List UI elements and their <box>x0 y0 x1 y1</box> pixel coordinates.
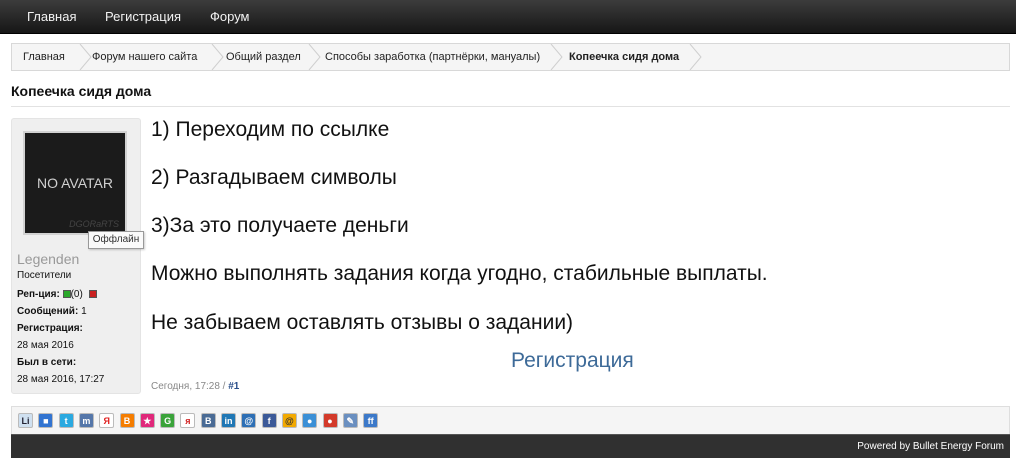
username[interactable]: Legenden <box>17 251 79 267</box>
user-posts: Сообщений: 1 <box>17 306 87 317</box>
post-time: Сегодня, 17:28 / <box>151 381 226 392</box>
registration-label: Регистрация: <box>17 323 83 334</box>
post-permalink[interactable]: #1 <box>228 381 239 392</box>
breadcrumb: Главная Форум нашего сайта Общий раздел … <box>11 43 1010 71</box>
reputation-plus-icon[interactable] <box>62 290 71 298</box>
nav-forum-link[interactable]: Форум <box>210 9 250 24</box>
breadcrumb-item-forum[interactable]: Форум нашего сайта <box>92 44 197 70</box>
last-seen-label: Был в сети: <box>17 357 77 368</box>
post-line: 1) Переходим по ссылке <box>151 118 390 141</box>
vkontakte-icon[interactable]: В <box>200 413 216 428</box>
odnoklassniki-icon[interactable]: @ <box>281 413 297 428</box>
breadcrumb-separator-icon <box>689 44 702 70</box>
posts-label: Сообщений: <box>17 306 79 317</box>
avatar-placeholder-text: NO AVATAR <box>37 175 113 191</box>
mailru-icon[interactable]: @ <box>241 413 257 428</box>
myspace-icon[interactable]: m <box>78 413 94 428</box>
last-seen-date: 28 мая 2016, 17:27 <box>17 374 105 385</box>
linkedin-icon[interactable]: in <box>221 413 236 428</box>
post-meta: Сегодня, 17:28 / #1 <box>151 381 239 392</box>
powered-by-text: Powered by Bullet Energy Forum <box>857 441 1004 452</box>
reputation-minus-icon[interactable] <box>88 290 97 298</box>
yandex-icon[interactable]: Я <box>99 413 115 428</box>
twitter-icon[interactable]: t <box>58 413 74 428</box>
registration-link[interactable]: Регистрация <box>511 349 634 373</box>
footer: Powered by Bullet Energy Forum <box>11 434 1010 458</box>
posts-value: 1 <box>81 306 87 317</box>
post-line: Можно выполнять задания когда угодно, ст… <box>151 262 768 285</box>
avatar[interactable]: NO AVATAR DGORaRTS <box>23 131 127 235</box>
facebook-icon[interactable]: f <box>261 413 277 428</box>
breadcrumb-separator-icon <box>550 44 563 70</box>
breadcrumb-item-section[interactable]: Способы заработка (партнёрки, мануалы) <box>325 44 540 70</box>
delicious-icon[interactable]: ■ <box>38 413 54 428</box>
friendfeed-icon[interactable]: ff <box>363 413 379 428</box>
reputation-value: (0) <box>70 289 83 300</box>
liveinternet-icon[interactable]: Li <box>18 413 33 428</box>
blogger-icon[interactable]: B <box>119 413 135 428</box>
user-group: Посетители <box>17 270 72 281</box>
reputation-label: Реп-ция: <box>17 289 60 300</box>
share-bar: Li ■ t m Я B ★ Gя Вin @ f @ ● ● ✎ ff <box>11 406 1010 434</box>
avatar-watermark: DGORaRTS <box>69 219 119 229</box>
status-tooltip: Оффлайн <box>88 231 144 249</box>
divider <box>11 106 1010 107</box>
thread-title: Копеечка сидя дома <box>11 83 152 99</box>
user-info-panel: NO AVATAR DGORaRTS Оффлайн Legenden Посе… <box>11 118 144 394</box>
breadcrumb-item-home[interactable]: Главная <box>23 44 65 70</box>
post-line: Не забываем оставлять отзывы о задании) <box>151 311 574 334</box>
bobrdobr-icon[interactable]: ● <box>322 413 338 428</box>
top-navigation: Главная Регистрация Форум <box>0 0 1016 34</box>
moimir-icon[interactable]: ● <box>302 413 318 428</box>
user-reputation: Реп-ция: (0) <box>17 289 97 300</box>
breadcrumb-item-current: Копеечка сидя дома <box>569 51 680 63</box>
breadcrumb-separator-icon <box>211 44 224 70</box>
nav-home-link[interactable]: Главная <box>27 9 76 24</box>
nav-register-link[interactable]: Регистрация <box>105 9 181 24</box>
bookmarks-icon[interactable]: ★ <box>139 413 155 428</box>
breadcrumb-item-general[interactable]: Общий раздел <box>226 44 301 70</box>
rambler-icon[interactable]: я <box>180 413 196 428</box>
google-icon[interactable]: G <box>160 413 176 428</box>
registration-date: 28 мая 2016 <box>17 340 74 351</box>
breadcrumb-separator-icon <box>308 44 321 70</box>
post-line: 2) Разгадываем символы <box>151 166 397 189</box>
memori-icon[interactable]: ✎ <box>342 413 358 428</box>
post-line: 3)За это получаете деньги <box>151 214 409 237</box>
